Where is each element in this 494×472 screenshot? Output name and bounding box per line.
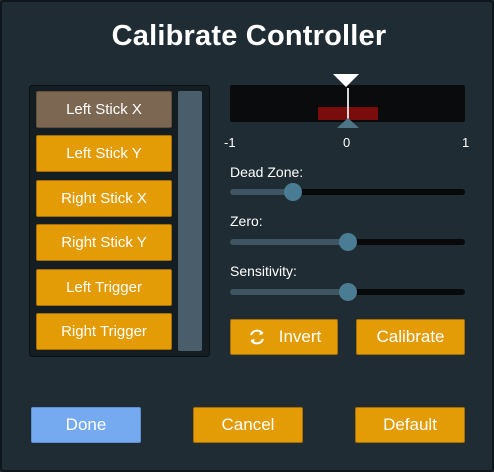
sensitivity-slider-thumb[interactable] <box>338 283 357 301</box>
zero-slider-thumb[interactable] <box>338 233 357 251</box>
sensitivity-label: Sensitivity: <box>230 263 297 279</box>
axis-meter-center-line <box>347 88 349 122</box>
dead-zone-slider[interactable] <box>230 183 465 201</box>
meter-center-label: 0 <box>343 135 351 150</box>
meter-min-label: -1 <box>224 135 236 150</box>
invert-button[interactable]: Invert <box>230 319 338 355</box>
zero-slider-fill <box>230 239 348 245</box>
zero-slider[interactable] <box>230 233 465 251</box>
axis-list: Left Stick X Left Stick Y Right Stick X … <box>29 85 210 357</box>
default-button[interactable]: Default <box>355 407 465 443</box>
axis-list-scrollbar[interactable] <box>178 91 202 351</box>
axis-meter <box>230 85 465 122</box>
dead-zone-slider-thumb[interactable] <box>284 183 303 201</box>
axis-right-trigger-button[interactable]: Right Trigger <box>36 313 172 350</box>
meter-max-label: 1 <box>462 135 470 150</box>
invert-label: Invert <box>278 327 322 346</box>
axis-left-stick-x-button[interactable]: Left Stick X <box>36 91 172 128</box>
axis-right-stick-y-button[interactable]: Right Stick Y <box>36 224 172 261</box>
axis-right-stick-x-button[interactable]: Right Stick X <box>36 180 172 217</box>
dead-zone-label: Dead Zone: <box>230 164 304 180</box>
sensitivity-slider[interactable] <box>230 283 465 301</box>
calibrate-button[interactable]: Calibrate <box>356 319 465 355</box>
axis-left-stick-y-button[interactable]: Left Stick Y <box>36 135 172 172</box>
calibrate-dialog: Calibrate Controller Left Stick X Left S… <box>0 0 494 472</box>
meter-pointer-top <box>333 74 359 87</box>
done-button[interactable]: Done <box>31 407 141 443</box>
dialog-title: Calibrate Controller <box>111 20 387 52</box>
cancel-button[interactable]: Cancel <box>193 407 303 443</box>
meter-pointer-bottom <box>337 118 359 128</box>
sensitivity-slider-fill <box>230 289 348 295</box>
refresh-icon <box>249 329 264 345</box>
axis-left-trigger-button[interactable]: Left Trigger <box>36 269 172 306</box>
zero-label: Zero: <box>230 213 263 229</box>
